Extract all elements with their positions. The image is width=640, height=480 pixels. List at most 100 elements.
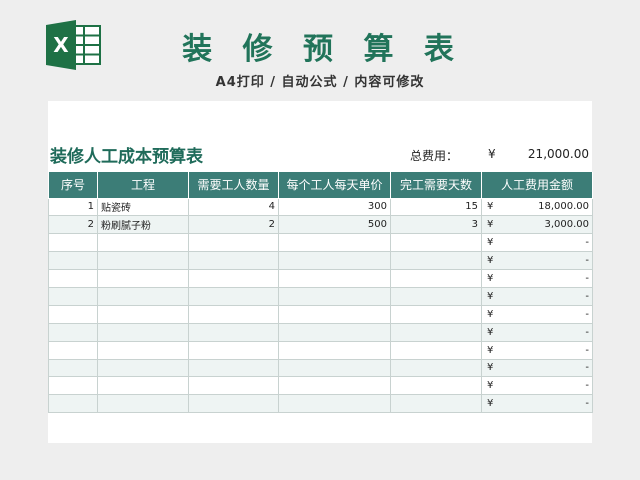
sheet-title: 装修人工成本预算表 <box>50 147 203 167</box>
table-row: ¥ - <box>48 340 593 360</box>
cell-item[interactable] <box>97 376 189 396</box>
cell-amount[interactable]: ¥ - <box>481 322 593 342</box>
cell-amount[interactable]: ¥ - <box>481 358 593 378</box>
cell-days[interactable] <box>390 304 482 324</box>
cell-no[interactable] <box>48 376 98 396</box>
cell-amount[interactable]: ¥ - <box>481 304 593 324</box>
column-header-workers: 需要工人数量 <box>188 172 279 199</box>
cell-amount[interactable]: ¥ - <box>481 376 593 396</box>
cell-days[interactable]: 15 <box>390 197 482 217</box>
table-row: ¥ - <box>48 376 593 396</box>
cell-workers[interactable] <box>188 340 279 360</box>
table-row: ¥ - <box>48 304 593 324</box>
cell-item[interactable] <box>97 340 189 360</box>
cell-days[interactable] <box>390 376 482 396</box>
cell-price[interactable] <box>278 394 391 414</box>
cell-amount-value: - <box>585 255 589 267</box>
cell-amount[interactable]: ¥ - <box>481 394 593 414</box>
cell-item[interactable] <box>97 358 189 378</box>
cell-workers[interactable] <box>188 322 279 342</box>
cell-no[interactable] <box>48 304 98 324</box>
cell-no[interactable]: 2 <box>48 215 98 235</box>
cell-workers[interactable] <box>188 376 279 396</box>
cell-no[interactable] <box>48 322 98 342</box>
cell-price[interactable] <box>278 251 391 271</box>
cell-workers[interactable] <box>188 251 279 271</box>
cell-currency: ¥ <box>487 308 494 320</box>
cell-price[interactable] <box>278 286 391 306</box>
cell-no[interactable] <box>48 340 98 360</box>
cell-workers[interactable] <box>188 394 279 414</box>
cell-item[interactable]: 粉刷腻子粉 <box>97 215 189 235</box>
cell-item[interactable] <box>97 251 189 271</box>
cell-days[interactable] <box>390 322 482 342</box>
cell-price[interactable] <box>278 322 391 342</box>
cell-currency: ¥ <box>487 326 494 338</box>
cell-days[interactable] <box>390 251 482 271</box>
cell-price[interactable] <box>278 358 391 378</box>
table-row: ¥ - <box>48 233 593 253</box>
cell-days[interactable] <box>390 269 482 288</box>
cell-workers[interactable] <box>188 358 279 378</box>
cell-days[interactable] <box>390 394 482 414</box>
cell-amount-value: 3,000.00 <box>544 219 589 231</box>
cell-workers[interactable] <box>188 286 279 306</box>
column-header-item: 工程 <box>97 172 189 199</box>
cell-amount[interactable]: ¥ - <box>481 233 593 253</box>
table-row: ¥ - <box>48 251 593 271</box>
cell-currency: ¥ <box>487 255 494 267</box>
cell-price[interactable] <box>278 340 391 360</box>
cell-price[interactable]: 500 <box>278 215 391 235</box>
cell-no[interactable] <box>48 358 98 378</box>
cell-no[interactable] <box>48 394 98 414</box>
cell-days[interactable] <box>390 358 482 378</box>
cell-workers[interactable]: 4 <box>188 197 279 217</box>
cell-item[interactable] <box>97 286 189 306</box>
cell-price[interactable] <box>278 269 391 288</box>
cell-item[interactable] <box>97 233 189 253</box>
cell-days[interactable]: 3 <box>390 215 482 235</box>
column-header-no: 序号 <box>48 172 98 199</box>
cell-price[interactable] <box>278 233 391 253</box>
cell-amount-value: 18,000.00 <box>538 201 589 213</box>
cell-workers[interactable]: 2 <box>188 215 279 235</box>
cell-amount[interactable]: ¥3,000.00 <box>481 215 593 235</box>
cell-days[interactable] <box>390 340 482 360</box>
cell-amount[interactable]: ¥ - <box>481 286 593 306</box>
cell-item[interactable]: 贴瓷砖 <box>97 197 189 217</box>
cell-amount[interactable]: ¥ - <box>481 269 593 288</box>
cell-workers[interactable] <box>188 233 279 253</box>
cell-workers[interactable] <box>188 304 279 324</box>
cell-amount[interactable]: ¥ - <box>481 340 593 360</box>
cell-currency: ¥ <box>487 380 494 392</box>
column-header-price: 每个工人每天单价 <box>278 172 391 199</box>
cell-no[interactable] <box>48 269 98 288</box>
cell-days[interactable] <box>390 286 482 306</box>
cell-no[interactable] <box>48 286 98 306</box>
cell-workers[interactable] <box>188 269 279 288</box>
banner: X 装 修 预 算 表 A4打印 / 自动公式 / 内容可修改 <box>0 0 640 100</box>
cell-amount[interactable]: ¥ - <box>481 251 593 271</box>
cell-item[interactable] <box>97 322 189 342</box>
cell-item[interactable] <box>97 394 189 414</box>
cell-currency: ¥ <box>487 237 494 249</box>
budget-table: 序号 工程 需要工人数量 每个工人每天单价 完工需要天数 人工费用金额 1 贴瓷砖… <box>48 172 593 414</box>
cell-amount[interactable]: ¥18,000.00 <box>481 197 593 217</box>
cell-currency: ¥ <box>487 362 494 374</box>
cell-price[interactable] <box>278 376 391 396</box>
cell-item[interactable] <box>97 269 189 288</box>
cell-no[interactable] <box>48 233 98 253</box>
table-row: ¥ - <box>48 269 593 288</box>
cell-price[interactable]: 300 <box>278 197 391 217</box>
cell-no[interactable]: 1 <box>48 197 98 217</box>
cell-currency: ¥ <box>487 201 494 213</box>
cell-days[interactable] <box>390 233 482 253</box>
total-label: 总费用： <box>410 149 459 163</box>
cell-no[interactable] <box>48 251 98 271</box>
cell-price[interactable] <box>278 304 391 324</box>
cell-currency: ¥ <box>487 273 494 284</box>
table-row: ¥ - <box>48 358 593 378</box>
cell-item[interactable] <box>97 304 189 324</box>
total-value[interactable]: 21,000.00 <box>528 147 589 161</box>
table-row: 1 贴瓷砖 4 300 15 ¥18,000.00 <box>48 197 593 217</box>
